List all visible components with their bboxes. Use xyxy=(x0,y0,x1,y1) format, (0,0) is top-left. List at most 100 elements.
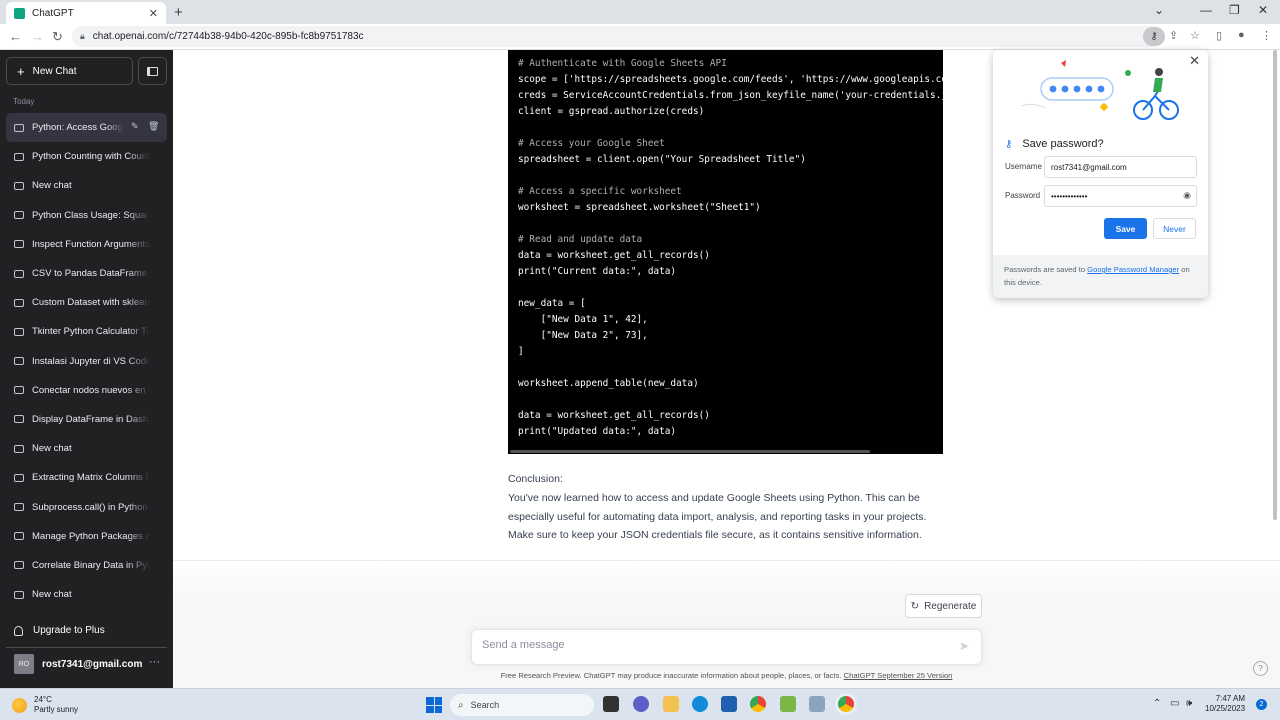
back-icon[interactable]: ← xyxy=(9,29,22,44)
close-icon[interactable]: ✕ xyxy=(1189,53,1200,69)
browser-tab-chatgpt[interactable]: ChatGPT ✕ xyxy=(6,2,166,24)
chat-bubble-icon xyxy=(14,415,24,424)
chat-bubble-icon xyxy=(14,503,24,512)
message-input[interactable] xyxy=(482,639,942,651)
minimize-icon[interactable]: — xyxy=(1200,3,1212,17)
chat-history-item[interactable]: Python: Access Google Sheets ✎ 🗑︎ xyxy=(6,113,167,143)
chat-history-item[interactable]: New chat xyxy=(6,434,167,463)
chat-history-item[interactable]: New chat xyxy=(6,580,167,609)
code-line: creds = ServiceAccountCredentials.from_j… xyxy=(518,90,943,101)
chrome-active-icon[interactable] xyxy=(838,696,854,712)
chat-history-item[interactable]: Custom Dataset with sklearn xyxy=(6,288,167,317)
menu-kebab-icon[interactable]: ⋮ xyxy=(1261,29,1272,42)
app-window-icon[interactable] xyxy=(809,696,825,712)
disclaimer-text: Free Research Preview. ChatGPT may produ… xyxy=(500,671,953,680)
weather-widget[interactable]: 24°C Partly sunny xyxy=(12,695,78,715)
address-bar[interactable]: 🔒︎ chat.openai.com/c/72744b38-94b0-420c-… xyxy=(72,26,1162,47)
reload-icon[interactable]: ↻ xyxy=(52,29,63,45)
notification-badge[interactable]: 2 xyxy=(1256,699,1267,710)
upgrade-label: Upgrade to Plus xyxy=(33,625,105,636)
version-link[interactable]: ChatGPT September 25 Version xyxy=(844,671,953,680)
refresh-icon: ↻ xyxy=(910,600,920,612)
code-line: worksheet.append_table(new_data) xyxy=(518,378,699,389)
clock-time: 7:47 AM xyxy=(1215,694,1246,703)
chat-bubble-icon xyxy=(14,211,24,220)
page-scrollbar[interactable] xyxy=(1273,50,1277,520)
tray-chevron-up-icon[interactable]: ⌃ xyxy=(1153,698,1161,709)
restore-icon[interactable]: ❐ xyxy=(1229,3,1240,17)
username-field[interactable]: rost7341@gmail.com xyxy=(1044,156,1197,178)
chat-history-item[interactable]: Instalasi Jupyter di VS Code xyxy=(6,347,167,376)
chat-history-item[interactable]: Conectar nodos nuevos en N xyxy=(6,376,167,405)
chat-history-item[interactable]: Display DataFrame in Dash xyxy=(6,405,167,434)
toggle-sidebar-button[interactable] xyxy=(138,57,167,85)
wifi-icon[interactable]: ▭ xyxy=(1170,698,1179,709)
chrome-icon[interactable] xyxy=(750,696,766,712)
send-icon[interactable]: ➤ xyxy=(959,639,969,653)
windows-start-icon[interactable] xyxy=(426,697,442,713)
chat-bubble-icon xyxy=(14,444,24,453)
edge-browser-icon[interactable] xyxy=(692,696,708,712)
chat-history-item[interactable]: Python Class Usage: Square xyxy=(6,201,167,230)
chat-history-item[interactable]: CSV to Pandas DataFrame xyxy=(6,259,167,288)
search-icon: ⌕ xyxy=(458,699,464,711)
chat-bubble-icon xyxy=(14,561,24,570)
code-line: print("Updated data:", data) xyxy=(518,426,677,437)
chat-bubble-icon xyxy=(14,327,24,336)
eye-icon[interactable]: ◉ xyxy=(1183,190,1191,201)
forward-icon[interactable]: → xyxy=(31,29,44,44)
system-clock[interactable]: 7:47 AM 10/25/2023 xyxy=(1205,694,1245,714)
chat-history-item[interactable]: Tkinter Python Calculator Tutorial xyxy=(6,317,167,346)
sidebar-divider xyxy=(6,647,167,648)
file-explorer-icon[interactable] xyxy=(663,696,679,712)
sidebar-toggle-icon xyxy=(147,66,158,76)
regenerate-button[interactable]: ↻ Regenerate xyxy=(905,594,982,618)
message-composer: ➤ xyxy=(471,629,982,665)
account-menu-button[interactable]: RO rost7341@gmail.com xyxy=(14,654,142,674)
side-panel-icon[interactable]: ▯ xyxy=(1216,29,1222,42)
password-illustration xyxy=(1021,60,1179,120)
delete-trash-icon[interactable]: 🗑︎ xyxy=(148,121,159,132)
code-horizontal-scrollbar[interactable] xyxy=(510,450,870,453)
new-chat-button[interactable]: + New Chat xyxy=(6,57,133,85)
never-button[interactable]: Never xyxy=(1153,218,1196,239)
clock-date: 10/25/2023 xyxy=(1205,704,1246,713)
chat-history-item[interactable]: Inspect Function Arguments xyxy=(6,230,167,259)
code-line: data = worksheet.get_all_records() xyxy=(518,410,710,421)
notepad-icon[interactable] xyxy=(780,696,796,712)
weather-condition: Partly sunny xyxy=(34,705,79,714)
upgrade-to-plus-button[interactable]: Upgrade to Plus xyxy=(14,625,105,636)
save-button[interactable]: Save xyxy=(1104,218,1147,239)
chat-history-item[interactable]: Manage Python Packages on xyxy=(6,522,167,551)
chat-bubble-icon xyxy=(14,123,24,132)
chat-history-item[interactable]: New chat xyxy=(6,171,167,200)
task-view-icon[interactable] xyxy=(603,696,619,712)
chat-history-item[interactable]: Python Counting with Counter xyxy=(6,142,167,171)
volume-icon[interactable]: 🕪︎ xyxy=(1186,698,1192,709)
profile-icon[interactable]: ● xyxy=(1238,29,1245,41)
more-options-icon[interactable]: ··· xyxy=(149,656,160,668)
lock-icon[interactable]: 🔒︎ xyxy=(80,31,85,42)
chat-history-item[interactable]: Correlate Binary Data in Python xyxy=(6,551,167,580)
password-manager-link[interactable]: Google Password Manager xyxy=(1087,265,1179,274)
chat-bubble-icon xyxy=(14,590,24,599)
share-icon[interactable]: ⇪ xyxy=(1169,29,1178,42)
bookmark-star-icon[interactable]: ☆ xyxy=(1190,29,1200,42)
tab-search-chevron-icon[interactable]: ⌄ xyxy=(1154,3,1164,17)
new-tab-icon[interactable]: + xyxy=(174,4,183,21)
microsoft-store-icon[interactable] xyxy=(721,696,737,712)
chat-history-item[interactable]: Extracting Matrix Columns P xyxy=(6,463,167,492)
code-line: # Access your Google Sheet xyxy=(518,138,665,149)
window-close-icon[interactable]: ✕ xyxy=(1258,3,1268,17)
code-line: ] xyxy=(518,346,524,357)
chat-history-item[interactable]: Subprocess.call() in Python T xyxy=(6,492,167,521)
password-key-icon[interactable]: ⚷ xyxy=(1143,27,1165,46)
password-field[interactable]: ••••••••••••• ◉ xyxy=(1044,185,1197,207)
taskbar-search[interactable]: ⌕ Search xyxy=(450,694,594,716)
teams-chat-icon[interactable] xyxy=(633,696,649,712)
tab-close-icon[interactable]: ✕ xyxy=(149,7,158,20)
help-question-icon[interactable]: ? xyxy=(1253,661,1268,676)
edit-pencil-icon[interactable]: ✎ xyxy=(131,121,139,132)
